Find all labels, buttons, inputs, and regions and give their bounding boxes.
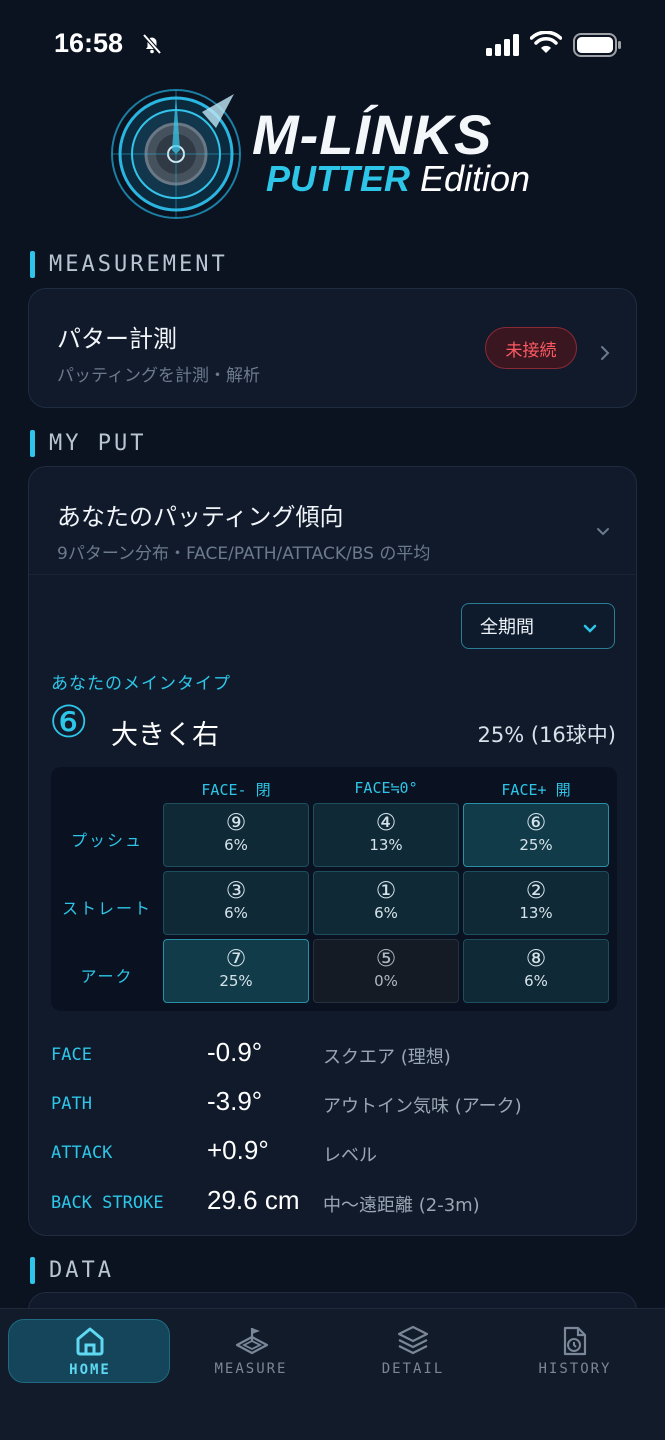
compass-icon bbox=[106, 84, 246, 228]
pattern-cell-5[interactable]: ⑤ 0% bbox=[313, 939, 459, 1003]
pattern-number: ⑨ bbox=[225, 810, 247, 836]
pattern-number: ④ bbox=[375, 810, 397, 836]
main-type-percentage: 25% (16球中) bbox=[477, 723, 616, 747]
row-header-straight: ストレート bbox=[61, 899, 152, 918]
metric-value: 29.6 cm bbox=[207, 1185, 300, 1215]
tab-home-label: HOME bbox=[69, 1362, 111, 1378]
dropdown-chevron-icon bbox=[582, 619, 598, 640]
cellular-signal-icon bbox=[486, 34, 520, 60]
pattern-cell-2[interactable]: ② 13% bbox=[463, 871, 609, 935]
metric-key: PATH bbox=[51, 1094, 92, 1114]
row-header-push: プッシュ bbox=[70, 831, 143, 850]
pattern-percent: 6% bbox=[524, 972, 548, 990]
logo-putter: PUTTER bbox=[266, 158, 410, 199]
pattern-cell-4[interactable]: ④ 13% bbox=[313, 803, 459, 867]
metric-description: レベル bbox=[323, 1145, 377, 1166]
tab-measure-label: MEASURE bbox=[214, 1361, 288, 1377]
main-type-label: あなたのメインタイプ bbox=[51, 674, 231, 694]
pattern-percent: 6% bbox=[224, 904, 248, 922]
tab-measure[interactable]: MEASURE bbox=[170, 1319, 332, 1383]
pattern-percent: 25% bbox=[219, 972, 253, 990]
connection-status-badge: 未接続 bbox=[485, 327, 577, 369]
pattern-cell-1[interactable]: ① 6% bbox=[313, 871, 459, 935]
column-header-face-open: FACE+ 開 bbox=[501, 781, 571, 799]
chevron-down-icon bbox=[595, 523, 611, 542]
home-icon bbox=[74, 1326, 106, 1360]
pattern-number: ③ bbox=[225, 878, 247, 904]
pattern-number: ② bbox=[525, 878, 547, 904]
putting-tendency-subtitle: 9パターン分布・FACE/PATH/ATTACK/BS の平均 bbox=[57, 544, 431, 564]
pattern-percent: 13% bbox=[369, 836, 403, 854]
main-type-name: 大きく右 bbox=[111, 720, 219, 751]
pattern-cell-7[interactable]: ⑦ 25% bbox=[163, 939, 309, 1003]
pattern-number: ⑧ bbox=[525, 946, 547, 972]
main-type-number: ⑥ bbox=[49, 697, 89, 748]
section-data: DATA bbox=[30, 1256, 114, 1284]
putter-measure-title: パター計測 bbox=[57, 325, 177, 353]
metric-value: +0.9° bbox=[207, 1135, 269, 1165]
putting-tendency-title: あなたのパッティング傾向 bbox=[57, 503, 344, 531]
pattern-percent: 13% bbox=[519, 904, 553, 922]
wifi-icon bbox=[529, 30, 563, 59]
metric-description: スクエア (理想) bbox=[323, 1047, 451, 1068]
tab-history[interactable]: HISTORY bbox=[494, 1319, 656, 1383]
period-select[interactable]: 全期間 bbox=[461, 603, 615, 649]
metric-key: ATTACK bbox=[51, 1143, 113, 1163]
pattern-number: ⑥ bbox=[525, 810, 547, 836]
putting-green-icon bbox=[235, 1325, 269, 1359]
pattern-percent: 6% bbox=[224, 836, 248, 854]
pattern-cell-6[interactable]: ⑥ 25% bbox=[463, 803, 609, 867]
battery-icon bbox=[573, 33, 623, 61]
pattern-cell-9[interactable]: ⑨ 6% bbox=[163, 803, 309, 867]
section-myput: MY PUT bbox=[30, 429, 146, 457]
pattern-percent: 0% bbox=[374, 972, 398, 990]
pattern-cell-8[interactable]: ⑧ 6% bbox=[463, 939, 609, 1003]
metric-description: アウトイン気味 (アーク) bbox=[323, 1096, 522, 1117]
metric-key: BACK STROKE bbox=[51, 1193, 164, 1213]
layers-icon bbox=[397, 1325, 429, 1359]
tab-detail-label: DETAIL bbox=[381, 1361, 445, 1377]
pattern-percent: 25% bbox=[519, 836, 553, 854]
pattern-matrix: FACE- 閉 FACE≒0° FACE+ 開 プッシュ ストレート アーク ⑨… bbox=[51, 767, 617, 1011]
logo-edition: Edition bbox=[410, 158, 531, 199]
status-time: 16:58 bbox=[54, 28, 124, 58]
tab-home[interactable]: HOME bbox=[8, 1319, 170, 1383]
putting-tendency-card: あなたのパッティング傾向 9パターン分布・FACE/PATH/ATTACK/BS… bbox=[28, 466, 637, 1236]
chevron-right-icon bbox=[599, 345, 611, 365]
putting-tendency-header[interactable]: あなたのパッティング傾向 9パターン分布・FACE/PATH/ATTACK/BS… bbox=[29, 467, 636, 575]
row-header-arc: アーク bbox=[80, 967, 134, 986]
history-file-icon bbox=[559, 1325, 591, 1361]
metric-value: -3.9° bbox=[207, 1086, 263, 1116]
section-measurement: MEASUREMENT bbox=[30, 250, 228, 278]
metric-value: -0.9° bbox=[207, 1037, 263, 1067]
app-logo: M-LÍNKS PUTTER Edition bbox=[0, 80, 665, 230]
pattern-cell-3[interactable]: ③ 6% bbox=[163, 871, 309, 935]
metric-description: 中〜遠距離 (2-3m) bbox=[323, 1195, 480, 1216]
column-header-face-closed: FACE- 閉 bbox=[201, 781, 271, 799]
putter-measure-card[interactable]: パター計測 パッティングを計測・解析 未接続 bbox=[28, 288, 637, 408]
pattern-number: ① bbox=[375, 878, 397, 904]
tab-history-label: HISTORY bbox=[538, 1361, 612, 1377]
pattern-number: ⑤ bbox=[375, 946, 397, 972]
pattern-number: ⑦ bbox=[225, 946, 247, 972]
section-measurement-label: MEASUREMENT bbox=[49, 251, 228, 277]
bell-muted-icon bbox=[140, 32, 164, 60]
status-bar: 16:58 bbox=[0, 0, 665, 88]
column-header-face-square: FACE≒0° bbox=[354, 779, 418, 797]
section-myput-label: MY PUT bbox=[49, 430, 147, 456]
metric-key: FACE bbox=[51, 1045, 92, 1065]
period-select-value: 全期間 bbox=[480, 617, 534, 638]
section-data-label: DATA bbox=[49, 1257, 114, 1283]
tab-detail[interactable]: DETAIL bbox=[332, 1319, 494, 1383]
bottom-tab-bar: HOME MEASURE DETAIL HISTORY bbox=[0, 1308, 665, 1440]
logo-subtitle: PUTTER Edition bbox=[266, 158, 530, 200]
pattern-percent: 6% bbox=[374, 904, 398, 922]
putter-measure-subtitle: パッティングを計測・解析 bbox=[57, 366, 260, 386]
